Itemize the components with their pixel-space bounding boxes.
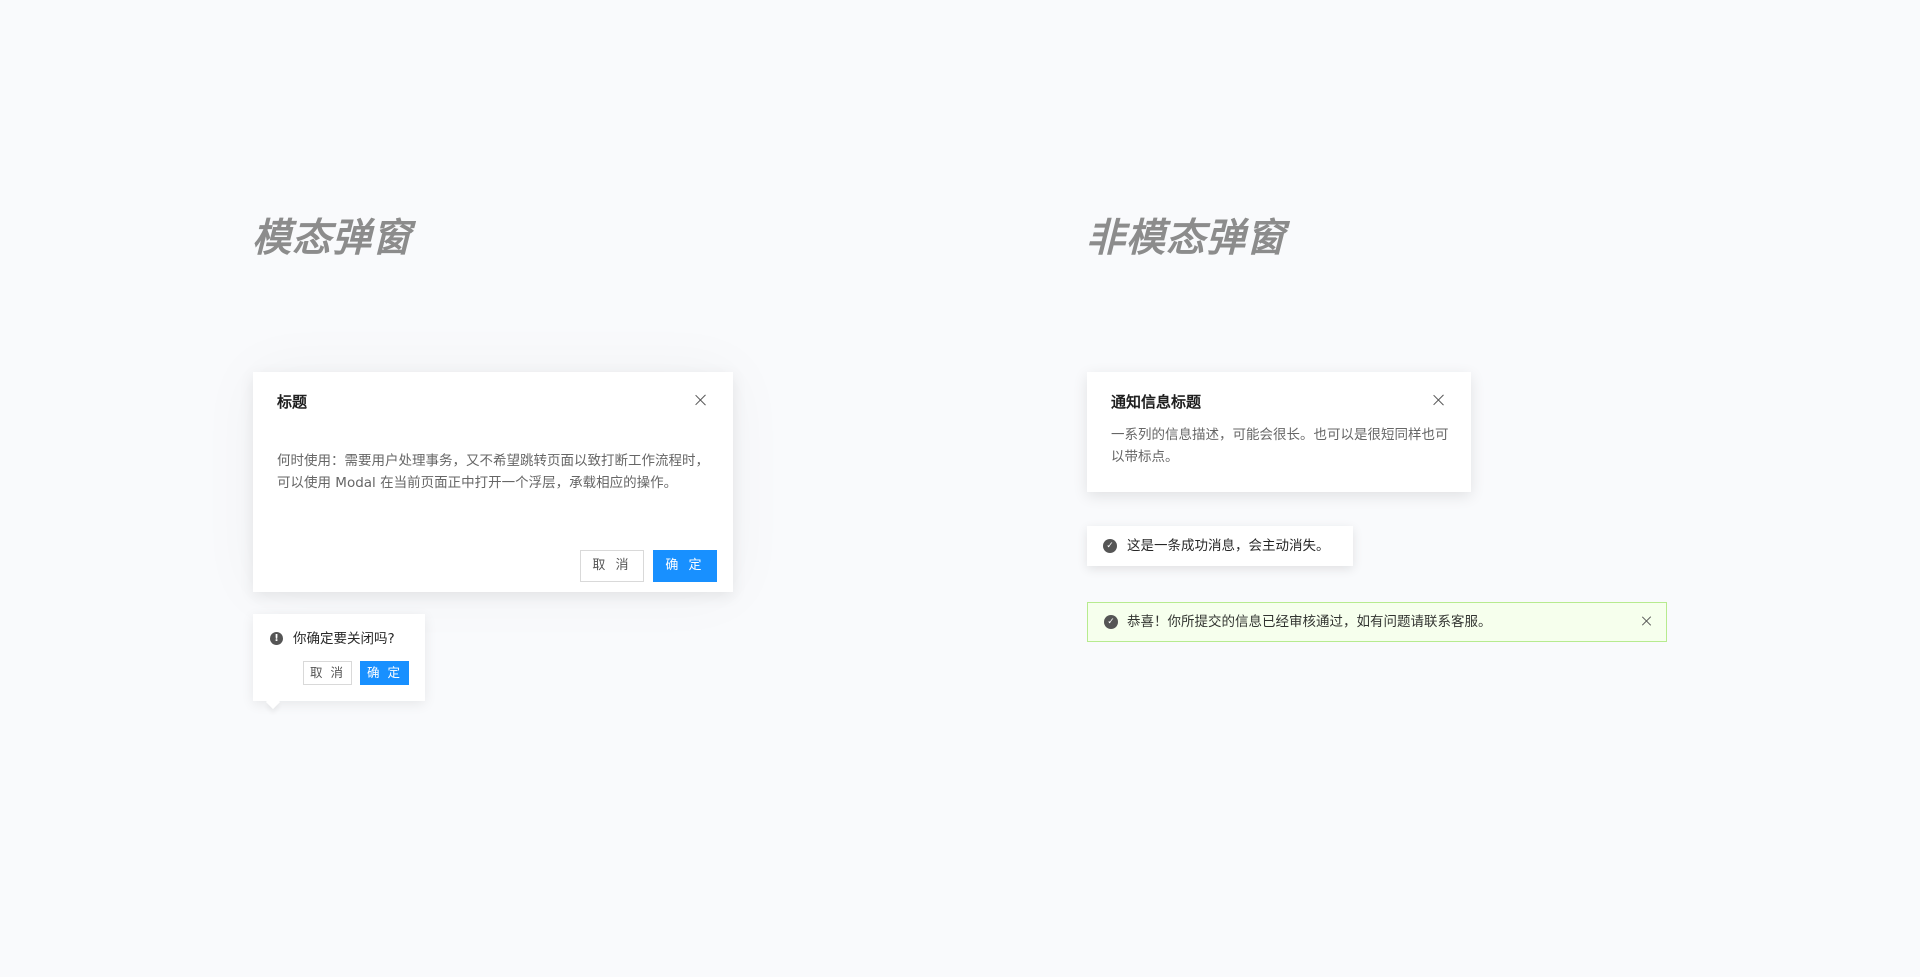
close-icon[interactable] xyxy=(695,394,707,406)
nonmodal-section-heading: 非模态弹窗 xyxy=(1086,216,1287,261)
modal-ok-button[interactable]: 确 定 xyxy=(653,550,717,582)
popconfirm-ok-button[interactable]: 确 定 xyxy=(360,661,409,685)
alert-text: 恭喜！你所提交的信息已经审核通过，如有问题请联系客服。 xyxy=(1127,614,1492,630)
message-text: 这是一条成功消息，会主动消失。 xyxy=(1127,538,1330,554)
notification-title: 通知信息标题 xyxy=(1111,393,1202,411)
modal-section-heading: 模态弹窗 xyxy=(252,216,413,261)
exclamation-circle-icon: ! xyxy=(270,632,283,645)
notification-description: 一系列的信息描述，可能会很长。也可以是很短同样也可以带标点。 xyxy=(1111,427,1449,465)
close-icon[interactable] xyxy=(1433,394,1445,406)
notification: 通知信息标题 一系列的信息描述，可能会很长。也可以是很短同样也可以带标点。 xyxy=(1087,372,1471,492)
modal-title: 标题 xyxy=(277,393,308,411)
close-icon[interactable] xyxy=(1642,616,1652,626)
check-circle-icon: ✓ xyxy=(1103,539,1117,553)
popconfirm-message: 你确定要关闭吗? xyxy=(293,631,395,647)
modal-dialog: 标题 何时使用：需要用户处理事务，又不希望跳转页面以致打断工作流程时，可以使用 … xyxy=(253,372,733,592)
check-circle-icon: ✓ xyxy=(1104,615,1118,629)
popconfirm: ! 你确定要关闭吗? 取 消 确 定 xyxy=(253,614,425,710)
popconfirm-arrow xyxy=(265,694,281,710)
modal-cancel-button[interactable]: 取 消 xyxy=(580,550,644,582)
success-message: ✓ 这是一条成功消息，会主动消失。 xyxy=(1087,526,1353,566)
modal-body-text: 何时使用：需要用户处理事务，又不希望跳转页面以致打断工作流程时，可以使用 Mod… xyxy=(277,453,709,491)
success-alert: ✓ 恭喜！你所提交的信息已经审核通过，如有问题请联系客服。 xyxy=(1087,602,1667,642)
popconfirm-cancel-button[interactable]: 取 消 xyxy=(303,661,352,685)
